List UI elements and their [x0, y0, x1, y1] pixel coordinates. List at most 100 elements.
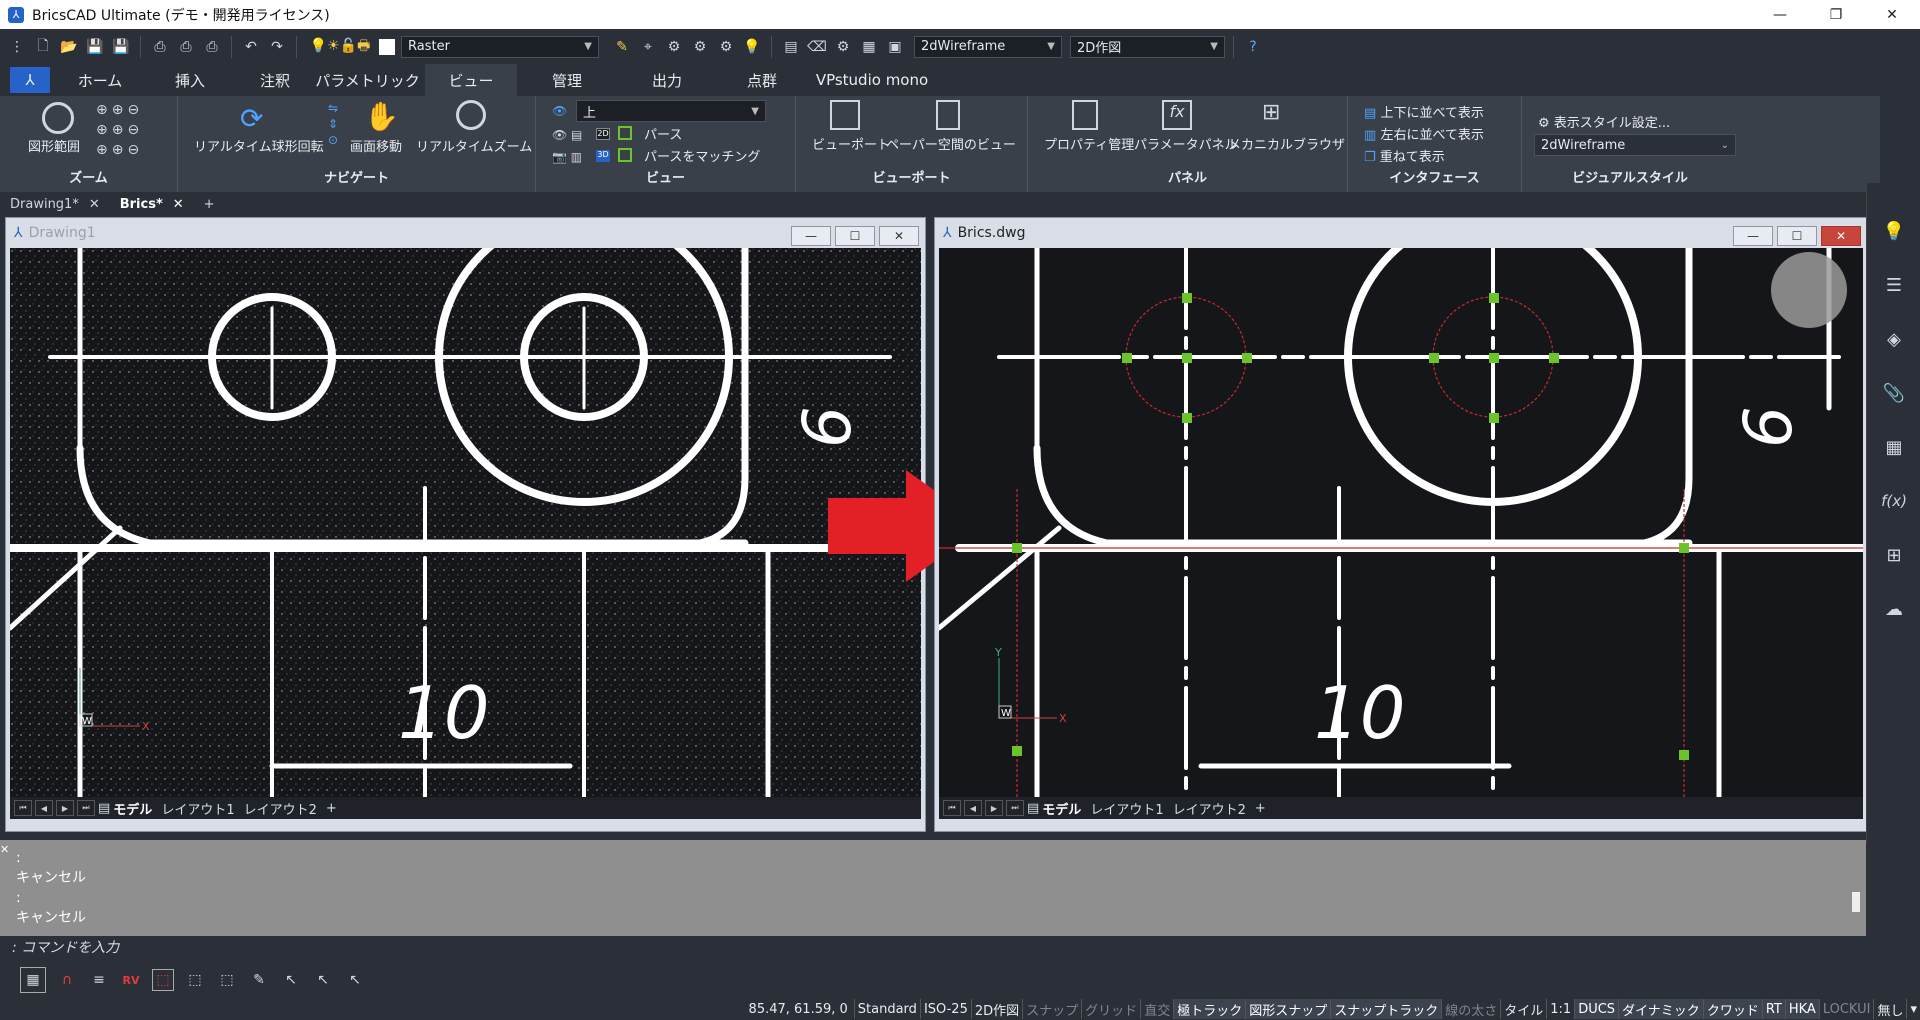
- mech-browser-button[interactable]: メカニカルブラウザ: [1228, 134, 1345, 153]
- restore-button[interactable]: ❐: [1808, 0, 1864, 29]
- viewports-button[interactable]: ビューポート: [812, 134, 890, 153]
- parameters-icon[interactable]: f(x): [1881, 489, 1907, 513]
- perspective-checkbox[interactable]: [618, 126, 632, 140]
- layer-walk-icon[interactable]: ⌖: [637, 36, 659, 58]
- layer-lock-icon[interactable]: ⚙: [715, 36, 737, 58]
- layout-tab-model[interactable]: モデル: [113, 799, 152, 818]
- win-max-button[interactable]: ☐: [835, 226, 875, 246]
- pen-icon[interactable]: ✎: [248, 969, 270, 991]
- workspace-combo[interactable]: 2D作図 ▼: [1070, 35, 1225, 58]
- open-icon[interactable]: 📂: [58, 36, 80, 58]
- btn-2d[interactable]: 2D: [596, 128, 610, 140]
- status-toggle[interactable]: 極トラック: [1173, 999, 1246, 1019]
- layout-list-icon[interactable]: ▤: [98, 801, 110, 816]
- zoom-tool-icons[interactable]: ⊕⊕⊖ ⊕⊕⊖ ⊕⊕⊖: [96, 100, 168, 160]
- viewports-icon[interactable]: [830, 100, 860, 130]
- structure-icon[interactable]: ⊞: [1882, 543, 1906, 567]
- status-toggle[interactable]: LOCKUI: [1818, 999, 1874, 1019]
- status-toggle[interactable]: Standard: [853, 999, 920, 1019]
- tab-parametric[interactable]: パラメトリック: [310, 64, 425, 96]
- add-layout-button[interactable]: +: [326, 801, 337, 816]
- layer-off-icon[interactable]: ⚙: [689, 36, 711, 58]
- settings-icon[interactable]: ⚙: [832, 36, 854, 58]
- params-button[interactable]: パラメータパネル: [1134, 134, 1238, 153]
- raster-grid-icon[interactable]: ▦: [20, 967, 46, 993]
- status-toggle[interactable]: スナップトラック: [1330, 999, 1442, 1019]
- layer-iso-icon[interactable]: ⚙: [663, 36, 685, 58]
- close-button[interactable]: ✕: [1864, 0, 1920, 29]
- vs-settings-button[interactable]: ⚙ 表示スタイル設定...: [1538, 112, 1670, 131]
- select-tool-2-icon[interactable]: ⬚: [216, 969, 238, 991]
- paper-view-button[interactable]: ペーパー空間のビュー: [886, 134, 1016, 153]
- prev-layout-icon[interactable]: ◀: [35, 800, 53, 816]
- select-tool-1-icon[interactable]: ⬚: [184, 969, 206, 991]
- layout-tab-1[interactable]: レイアウト1: [1090, 799, 1163, 818]
- cloud-icon[interactable]: ☁: [1882, 597, 1906, 621]
- layer-freeze-icon[interactable]: 💡: [741, 36, 763, 58]
- tab-annotate[interactable]: 注釈: [240, 64, 310, 96]
- new-tab-button[interactable]: +: [194, 193, 225, 215]
- properties-button[interactable]: プロパティ管理: [1044, 134, 1134, 153]
- save-icon[interactable]: 💾: [84, 36, 106, 58]
- tab-view[interactable]: ビュー: [425, 64, 517, 96]
- status-toggle[interactable]: ISO-25: [919, 999, 971, 1019]
- btn-3d[interactable]: 3D: [596, 150, 610, 162]
- win-max-button[interactable]: ☐: [1777, 226, 1817, 246]
- tab-vpstudio[interactable]: VPstudio mono: [807, 64, 937, 96]
- layer-state-icons[interactable]: 💡☀🔓🖶: [305, 36, 375, 58]
- status-toggle[interactable]: スナップ: [1022, 999, 1081, 1019]
- status-toggle[interactable]: 図形スナップ: [1245, 999, 1331, 1019]
- orbit-button[interactable]: リアルタイム球形回転: [194, 136, 324, 155]
- close-icon[interactable]: ✕: [89, 197, 100, 212]
- app-menu-button[interactable]: ⅄: [10, 67, 50, 93]
- lookfrom-widget[interactable]: [1771, 252, 1847, 328]
- lasso-plus-icon[interactable]: ↖: [344, 969, 366, 991]
- lasso-icon[interactable]: ↖: [312, 969, 334, 991]
- view-tool-icons[interactable]: 👁 ▤: [552, 128, 582, 142]
- plot-icon[interactable]: ⎙: [149, 36, 171, 58]
- tab-insert[interactable]: 挿入: [140, 64, 240, 96]
- doc-tab-brics[interactable]: Brics* ✕: [110, 193, 194, 215]
- first-layout-icon[interactable]: ⏮: [943, 800, 961, 816]
- close-icon[interactable]: ✕: [173, 197, 184, 212]
- drawing-canvas-right[interactable]: 10 6 W X Y: [939, 248, 1863, 797]
- status-toggle[interactable]: グリッド: [1081, 999, 1140, 1019]
- saveas-icon[interactable]: 💾: [110, 36, 132, 58]
- zoom-extents-button[interactable]: 図形範囲: [28, 136, 80, 155]
- tab-pointcloud[interactable]: 点群: [717, 64, 807, 96]
- attachments-icon[interactable]: 📎: [1882, 381, 1906, 405]
- tile-vertical-button[interactable]: ▥ 左右に並べて表示: [1364, 124, 1484, 143]
- visual-style-qat-combo[interactable]: 2dWireframe ▼: [914, 35, 1062, 58]
- match-layer-icon[interactable]: ✎: [611, 36, 633, 58]
- status-toggle[interactable]: ダイナミック: [1618, 999, 1703, 1019]
- help-icon[interactable]: ?: [1242, 36, 1264, 58]
- layout-tab-2[interactable]: レイアウト2: [1173, 799, 1246, 818]
- vs-combo[interactable]: 2dWireframe ⌄: [1534, 134, 1736, 156]
- status-toggle[interactable]: クワッド: [1702, 999, 1762, 1019]
- redo-icon[interactable]: ↷: [266, 36, 288, 58]
- tips-icon[interactable]: 💡: [1882, 219, 1906, 243]
- params-icon[interactable]: fx: [1162, 100, 1192, 130]
- tab-output[interactable]: 出力: [617, 64, 717, 96]
- minimize-button[interactable]: —: [1752, 0, 1808, 29]
- win-min-button[interactable]: —: [791, 226, 831, 246]
- status-toggle[interactable]: 2D作図: [970, 999, 1022, 1019]
- status-toggle[interactable]: タイル: [1500, 999, 1546, 1019]
- orbit-options-icon[interactable]: ⇋ ⇕ ⊙: [328, 100, 338, 148]
- status-menu-icon[interactable]: ▾: [1906, 999, 1920, 1019]
- new-icon[interactable]: 🗋: [32, 36, 54, 58]
- status-toggle[interactable]: 無し: [1873, 999, 1906, 1019]
- rv-icon[interactable]: RV: [120, 969, 142, 991]
- doc-tab-drawing1[interactable]: Drawing1* ✕: [0, 193, 110, 215]
- layout-tab-model[interactable]: モデル: [1042, 799, 1081, 818]
- align-icon[interactable]: ≡: [88, 969, 110, 991]
- win-min-button[interactable]: —: [1733, 226, 1773, 246]
- raster-select-icon[interactable]: ⬚: [152, 969, 174, 991]
- layout-tab-2[interactable]: レイアウト2: [244, 799, 317, 818]
- properties-panel-icon[interactable]: ☰: [1882, 273, 1906, 297]
- image-icon[interactable]: ▣: [884, 36, 906, 58]
- calc-icon[interactable]: ▦: [858, 36, 880, 58]
- history-scrollbar[interactable]: [1852, 892, 1860, 912]
- close-command-icon[interactable]: ✕: [0, 840, 9, 860]
- command-input[interactable]: : コマンドを入力: [0, 936, 1866, 958]
